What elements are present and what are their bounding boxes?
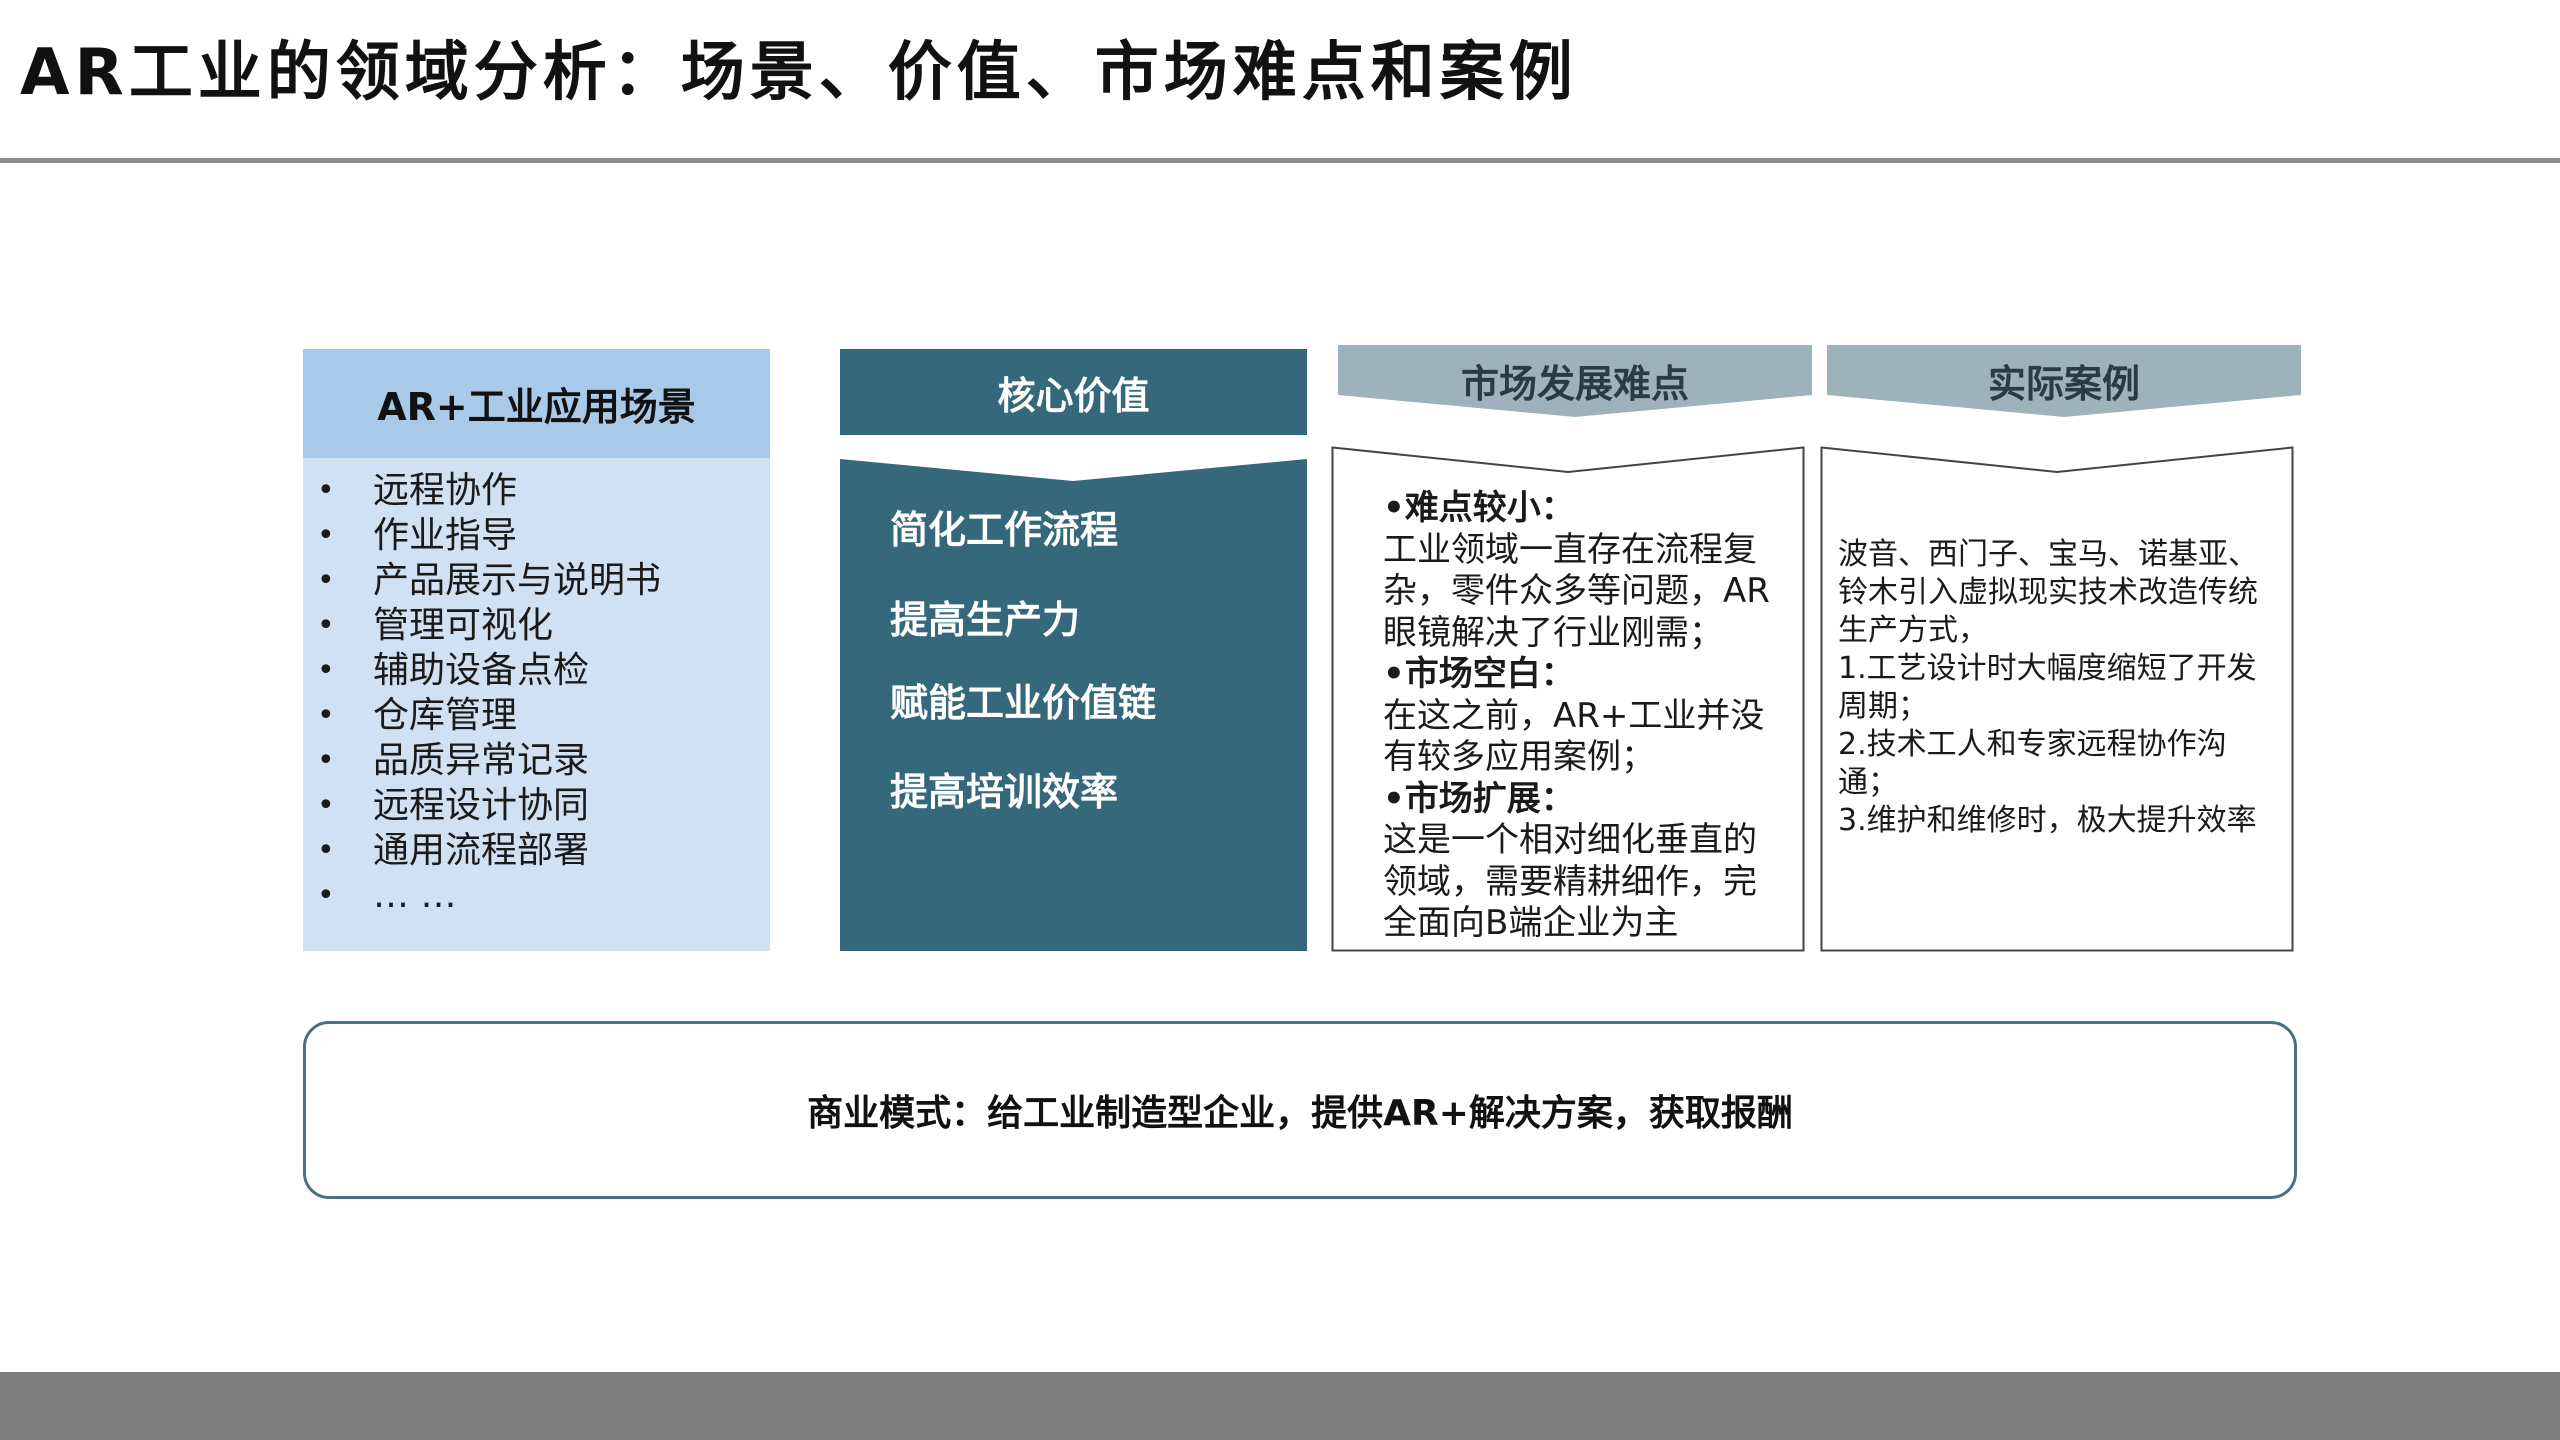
bullet-icon: •: [317, 788, 335, 823]
list-item: • 作业指导: [303, 513, 770, 558]
list-item-label: 作业指导: [373, 515, 518, 556]
cases-line: 1.工艺设计时大幅度缩短了开发周期；: [1838, 651, 2257, 724]
core-value-panel: 简化工作流程 提高生产力 赋能工业价值链 提高培训效率: [840, 459, 1307, 951]
list-item: • 仓库管理: [303, 693, 770, 738]
cases-text: 波音、西门子、宝马、诺基亚、铃木引入虚拟现实技术改造传统生产方式， 1.工艺设计…: [1838, 536, 2258, 840]
list-item-label: 品质异常记录: [373, 740, 590, 781]
list-item: • 品质异常记录: [303, 738, 770, 783]
cases-header-label: 实际案例: [1987, 361, 2140, 406]
list-item: • 通用流程部署: [303, 828, 770, 873]
scenarios-panel: • 远程协作 • 作业指导 • 产品展示与说明书 • 管理可视化 • 辅助设备点检 • 仓库…: [303, 458, 770, 951]
list-item-label: 远程设计协同: [373, 785, 590, 826]
list-item-label: 远程协作: [373, 470, 518, 511]
list-item: • 远程设计协同: [303, 783, 770, 828]
bullet-icon: •: [317, 608, 335, 643]
market-body: 这是一个相对细化垂直的领域，需要精耕细作，完全面向B端企业为主: [1383, 820, 1757, 943]
business-model-text: 商业模式：给工业制造型企业，提供AR+解决方案，获取报酬: [807, 1093, 1793, 1134]
core-value-header: 核心价值: [840, 349, 1307, 435]
title-divider: [0, 158, 2560, 163]
bullet-icon: •: [317, 653, 335, 688]
footer-bar: [0, 1372, 2560, 1440]
bullet-icon: •: [317, 878, 335, 913]
market-heading: •市场扩展：: [1383, 778, 1575, 819]
list-item-label: 产品展示与说明书: [373, 560, 662, 601]
market-text: •难点较小： 工业领域一直存在流程复杂，零件众多等问题，AR眼镜解决了行业刚需；…: [1383, 488, 1783, 945]
business-model-box: 商业模式：给工业制造型企业，提供AR+解决方案，获取报酬: [303, 1021, 2297, 1199]
scenarios-list: • 远程协作 • 作业指导 • 产品展示与说明书 • 管理可视化 • 辅助设备点检 • 仓库…: [303, 458, 770, 918]
cases-line: 2.技术工人和专家远程协作沟通；: [1838, 727, 2227, 800]
list-item-label: 仓库管理: [373, 695, 518, 736]
market-header: 市场发展难点: [1338, 345, 1812, 419]
list-item: • 辅助设备点检: [303, 648, 770, 693]
bullet-icon: •: [317, 698, 335, 733]
bullet-icon: •: [317, 833, 335, 868]
market-header-label: 市场发展难点: [1460, 361, 1689, 406]
bullet-icon: •: [317, 518, 335, 553]
market-heading: •市场空白：: [1383, 654, 1575, 694]
bullet-icon: •: [317, 743, 335, 778]
core-value-item: 赋能工业价值链: [890, 681, 1157, 725]
bullet-icon: •: [317, 563, 335, 598]
list-item: • 管理可视化: [303, 603, 770, 648]
core-value-item: 简化工作流程: [890, 508, 1119, 552]
list-item: • 产品展示与说明书: [303, 558, 770, 603]
page-title: AR工业的领域分析：场景、价值、市场难点和案例: [20, 36, 1578, 110]
market-heading: •难点较小：: [1383, 488, 1575, 528]
market-body: 在这之前，AR+工业并没有较多应用案例；: [1383, 695, 1765, 778]
list-item-label: 辅助设备点检: [373, 650, 590, 691]
list-item: • … …: [303, 873, 770, 918]
list-item-label: 管理可视化: [373, 605, 554, 646]
cases-line: 3.维护和维修时，极大提升效率: [1838, 803, 2257, 838]
market-body: 工业领域一直存在流程复杂，零件众多等问题，AR眼镜解决了行业刚需；: [1383, 529, 1770, 653]
cases-header: 实际案例: [1827, 345, 2301, 419]
cases-line: 波音、西门子、宝马、诺基亚、铃木引入虚拟现实技术改造传统生产方式，: [1838, 537, 2258, 648]
list-item: • 远程协作: [303, 468, 770, 513]
scenarios-header: AR+工业应用场景: [303, 349, 770, 458]
core-value-item: 提高培训效率: [890, 770, 1119, 814]
bullet-icon: •: [317, 473, 335, 508]
slide: AR工业的领域分析：场景、价值、市场难点和案例 AR+工业应用场景 • 远程协作 …: [0, 0, 2560, 1440]
list-item-label: 通用流程部署: [373, 830, 590, 871]
core-value-item: 提高生产力: [890, 598, 1081, 642]
list-item-label: … …: [373, 875, 457, 916]
